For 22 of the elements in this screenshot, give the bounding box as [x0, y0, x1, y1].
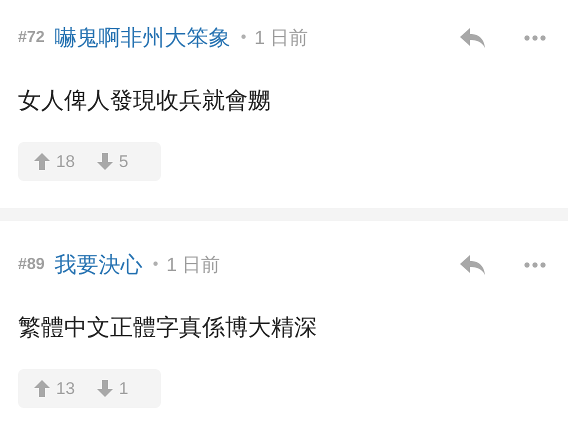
timestamp: 1 日前: [166, 254, 220, 278]
reply-icon: [460, 28, 486, 48]
comment-text: 繁體中文正體字真係博大精深: [18, 313, 318, 342]
downvote-button[interactable]: 1: [96, 378, 128, 398]
upvote-button[interactable]: 13: [34, 378, 75, 398]
separator-dot: •: [152, 256, 158, 274]
reply-icon: [460, 255, 486, 275]
comment-number: #72: [18, 29, 45, 47]
comment-text: 女人俾人發現收兵就會嬲: [18, 86, 272, 115]
arrow-up-icon: [34, 380, 50, 397]
arrow-down-icon: [96, 380, 113, 397]
arrow-down-icon: [96, 153, 113, 170]
author-link[interactable]: 嚇鬼啊非州大笨象: [54, 23, 231, 53]
more-icon: [524, 262, 546, 268]
separator-dot: •: [240, 29, 246, 47]
arrow-up-icon: [34, 153, 50, 170]
upvote-button[interactable]: 18: [34, 152, 75, 172]
author-link[interactable]: 我要決心: [54, 250, 143, 280]
downvote-button[interactable]: 5: [96, 152, 128, 172]
more-icon: [524, 35, 546, 41]
comment-number: #89: [18, 256, 45, 274]
timestamp: 1 日前: [254, 27, 308, 51]
